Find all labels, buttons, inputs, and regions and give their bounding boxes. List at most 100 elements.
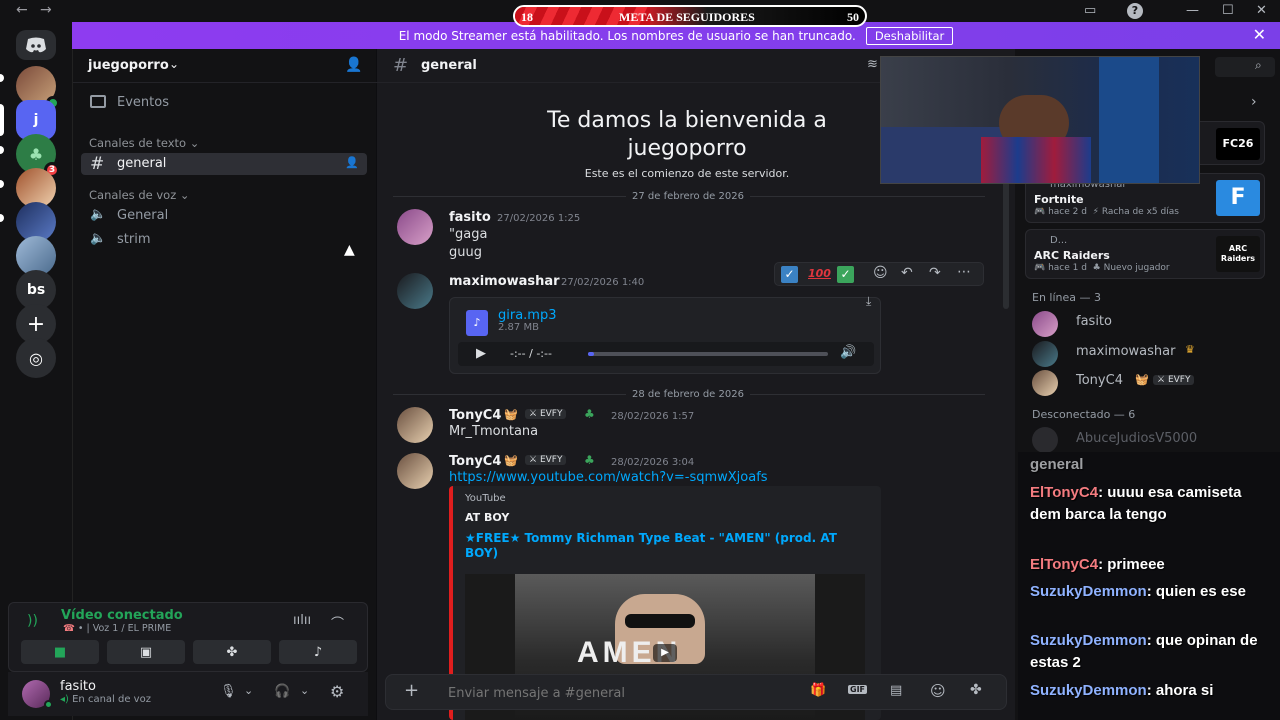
message-author[interactable]: TonyC4 — [449, 454, 501, 469]
gif-icon[interactable]: GIF — [848, 685, 868, 694]
camera-button[interactable]: ■ — [21, 640, 99, 664]
voice-category[interactable]: Canales de voz ⌄ — [89, 188, 190, 202]
audio-seek-bar[interactable] — [588, 352, 828, 356]
chevron-down-icon[interactable]: ⌄ — [300, 684, 309, 697]
voice-channel-general[interactable]: 🔈 General — [81, 205, 367, 227]
activities-icon: ✤ — [226, 644, 238, 660]
invite-user-icon[interactable]: 👤 — [345, 57, 362, 73]
activity-title: Fortnite — [1034, 193, 1084, 206]
inbox-icon[interactable]: ▭ — [1084, 3, 1096, 18]
avatar[interactable] — [397, 209, 433, 245]
person-shirt — [981, 137, 1091, 183]
avatar[interactable] — [1032, 341, 1058, 367]
guild-tag[interactable]: ⚔ EVFY — [525, 455, 567, 465]
active-server-pill — [0, 104, 4, 136]
guild-tag[interactable]: ⚔ EVFY — [525, 409, 567, 419]
avatar[interactable] — [1032, 370, 1058, 396]
member-name[interactable]: AbuceJudiosV5000 — [1076, 431, 1197, 446]
add-attachment-icon[interactable]: + — [404, 680, 419, 701]
banner-close-icon[interactable]: ✕ — [1253, 25, 1266, 44]
screen-share-icon: ▣ — [139, 644, 153, 660]
embed-author[interactable]: AT BOY — [465, 511, 509, 524]
forward-icon[interactable]: ↷ — [929, 265, 941, 281]
add-reaction-icon[interactable]: ☺ — [873, 265, 888, 281]
member-name[interactable]: maximowashar — [1076, 344, 1175, 359]
apps-icon[interactable]: ✤ — [970, 682, 982, 698]
avatar[interactable] — [397, 407, 433, 443]
message-author[interactable]: fasito — [449, 210, 491, 225]
events-item[interactable]: Eventos — [81, 91, 369, 115]
user-panel: fasito ◂) En canal de voz 🎙 ⌄ 🎧 ⌄ ⚙ — [8, 672, 368, 716]
forward-arrow-icon[interactable]: → — [40, 2, 52, 18]
disconnect-icon[interactable]: ⌒ — [331, 613, 344, 632]
chat-user: ElTonyC4 — [1030, 556, 1099, 573]
gear-icon[interactable]: ⚙ — [330, 682, 344, 701]
chat-line: general — [1030, 456, 1084, 473]
avatar[interactable] — [1032, 427, 1058, 453]
download-icon[interactable]: ⤓ — [866, 294, 871, 309]
reply-icon[interactable]: ↶ — [901, 265, 913, 281]
welcome-title: Te damos la bienvenida a juegoporro — [547, 108, 827, 161]
minimize-icon[interactable]: — — [1186, 3, 1199, 18]
message-author[interactable]: TonyC4 — [449, 408, 501, 423]
sticker-icon[interactable]: ▤ — [890, 683, 902, 698]
gift-icon[interactable]: 🎁 — [810, 683, 826, 698]
channel-item-general[interactable]: # general 👤 — [81, 153, 367, 175]
message-input[interactable] — [448, 683, 788, 703]
bag-icon: 🧺 — [1135, 373, 1149, 386]
message-author[interactable]: maximowashar — [449, 274, 560, 289]
chat-line: SuzukyDemmon: ahora si — [1030, 682, 1214, 699]
back-arrow-icon[interactable]: ← — [16, 2, 28, 18]
goal-label: META DE SEGUIDORES — [619, 10, 755, 24]
volume-icon[interactable]: 🔊 — [840, 345, 856, 360]
check-reaction-icon[interactable]: ✓ — [781, 266, 798, 283]
embed-title[interactable]: ★FREE★ Tommy Richman Type Beat - "AMEN" … — [465, 531, 865, 561]
signal-icon[interactable]: )) — [27, 613, 38, 629]
noise-suppression-icon[interactable]: ıılıı — [293, 613, 311, 628]
avatar[interactable] — [397, 453, 433, 489]
discover-icon[interactable]: ◎ — [16, 338, 56, 378]
text-category[interactable]: Canales de texto ⌄ — [89, 136, 199, 150]
file-name-link[interactable]: gira.mp3 — [498, 308, 557, 323]
screen-share-button[interactable]: ▣ — [107, 640, 185, 664]
close-window-icon[interactable]: ✕ — [1256, 3, 1267, 18]
embed-provider: YouTube — [465, 493, 506, 504]
green-check-reaction-icon[interactable]: ✓ — [837, 266, 854, 283]
avatar[interactable] — [397, 273, 433, 309]
hundred-reaction-icon[interactable]: 100 — [808, 267, 831, 280]
scrollbar[interactable] — [1003, 179, 1009, 309]
voice-channel-strim[interactable]: 🔈 strim — [81, 229, 367, 251]
guild-tag[interactable]: ⚔ EVFY — [1153, 375, 1195, 385]
play-icon[interactable]: ▶ — [476, 346, 486, 361]
headphones-icon[interactable]: 🎧 — [274, 684, 290, 699]
search-input[interactable]: ⌕ — [1215, 57, 1275, 77]
activity-card[interactable]: D... ARC Raiders 🎮 hace 1 d ♣ Nuevo juga… — [1025, 229, 1265, 279]
channel-name: general — [117, 156, 167, 171]
emoji-icon[interactable]: ☺ — [930, 682, 946, 700]
disable-streamer-button[interactable]: Deshabilitar — [865, 26, 954, 45]
online-header: En línea — 3 — [1032, 291, 1102, 304]
chevron-down-icon[interactable]: ⌄ — [244, 684, 253, 697]
activities-button[interactable]: ✤ — [193, 640, 271, 664]
play-icon[interactable]: ▶ — [653, 644, 677, 662]
discord-home-icon[interactable] — [16, 30, 56, 60]
member-name[interactable]: fasito — [1076, 314, 1112, 329]
soundboard-button[interactable]: ♪ — [279, 640, 357, 664]
chevron-right-icon[interactable]: › — [1251, 94, 1257, 110]
server-header[interactable]: juegoporro ⌄ 👤 — [73, 49, 377, 83]
avatar[interactable] — [1032, 311, 1058, 337]
banner-text: El modo Streamer está habilitado. Los no… — [398, 28, 856, 43]
add-member-icon[interactable]: 👤 — [345, 156, 359, 169]
help-icon[interactable]: ? — [1127, 3, 1143, 19]
message-link[interactable]: https://www.youtube.com/watch?v=-sqmwXjo… — [449, 470, 768, 485]
threads-icon[interactable]: ≋ — [867, 57, 878, 72]
member-name[interactable]: TonyC4 — [1076, 373, 1123, 388]
audio-player: ▶ -:-- / -:-- 🔊 — [458, 342, 874, 366]
audio-time: -:-- / -:-- — [510, 347, 552, 360]
activity-meta: 🎮 hace 2 d ⚡ Racha de x5 días — [1034, 207, 1179, 217]
more-icon[interactable]: ⋯ — [957, 264, 971, 280]
channel-title: general — [421, 58, 477, 73]
maximize-icon[interactable]: ☐ — [1222, 3, 1234, 18]
user-status: ◂) En canal de voz — [60, 694, 151, 705]
microphone-icon[interactable]: 🎙 — [220, 684, 237, 699]
